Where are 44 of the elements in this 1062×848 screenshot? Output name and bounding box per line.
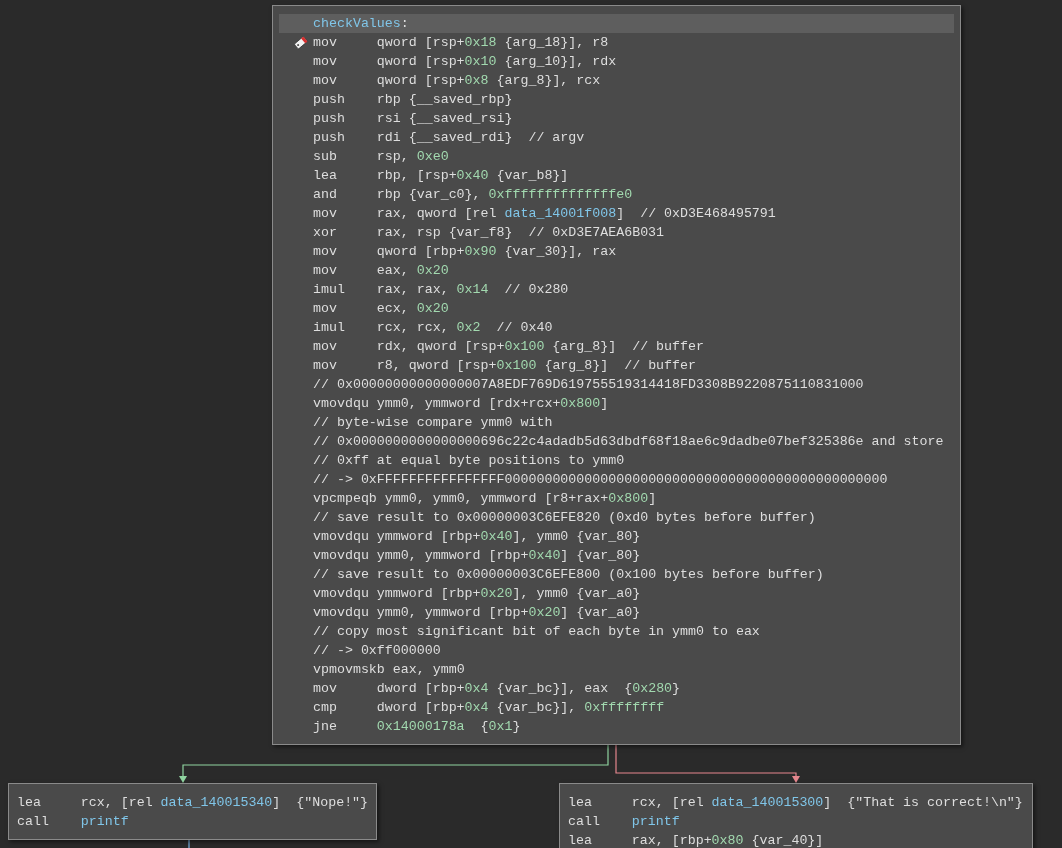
instruction-line: push rbp {__saved_rbp} — [313, 91, 513, 109]
instruction-line: lea rbp, [rsp+0x40 {var_b8}] — [313, 167, 569, 185]
instruction-line: lea rcx, [rel data_140015300] {"That is correct!\n"} — [568, 794, 1023, 812]
instruction-line: mov rax, qword [rel data_14001f008] // 0xD3E468495791 — [313, 205, 776, 223]
instruction-line: vmovdqu ymm0, ymmword [rdx+rcx+0x800] — [313, 395, 609, 413]
comment-line: // copy most significant bit of each byte in ymm0 to eax — [313, 623, 760, 641]
instruction-line: call printf — [17, 813, 129, 831]
instruction-line: vpmovmskb eax, ymm0 — [313, 661, 465, 679]
instruction-line: vmovdqu ymm0, ymmword [rbp+0x20] {var_a0} — [313, 604, 641, 622]
comment-line: // 0x0000000000000000696c22c4adadb5d63dbdf68f18ae6c9dadbe07bef325386e and store — [313, 433, 944, 451]
instruction-line: jne 0x14000178a {0x1} — [313, 718, 521, 736]
instruction-line: xor rax, rsp {var_f8} // 0xD3E7AEA6B031 — [313, 224, 665, 242]
comment-line: // -> 0xff000000 — [313, 642, 441, 660]
comment-line: // byte-wise compare ymm0 with — [313, 414, 553, 432]
instruction-line: and rbp {var_c0}, 0xffffffffffffffe0 — [313, 186, 633, 204]
instruction-line: mov qword [rsp+0x8 {arg_8}], rcx — [313, 72, 601, 90]
instruction-line: lea rcx, [rel data_140015340] {"Nope!"} — [17, 794, 369, 812]
instruction-line: imul rax, rax, 0x14 // 0x280 — [313, 281, 569, 299]
instruction-line: imul rcx, rcx, 0x2 // 0x40 — [313, 319, 553, 337]
instruction-line: mov ecx, 0x20 — [313, 300, 449, 318]
instruction-line: push rdi {__saved_rdi} // argv — [313, 129, 585, 147]
comment-line: // 0x00000000000000007A8EDF769D619755519314418FD3308B9220875110831000 — [313, 376, 864, 394]
instruction-line: mov qword [rbp+0x90 {var_30}], rax — [313, 243, 617, 261]
instruction-line: vpcmpeqb ymm0, ymm0, ymmword [r8+rax+0x800] — [313, 490, 657, 508]
instruction-line: mov eax, 0x20 — [313, 262, 449, 280]
edge-line — [188, 838, 190, 848]
instruction-line: vmovdqu ymmword [rbp+0x40], ymm0 {var_80} — [313, 528, 641, 546]
instruction-line: mov qword [rsp+0x10 {arg_10}], rdx — [313, 53, 617, 71]
comment-line: // save result to 0x00000003C6EFE820 (0xd0 bytes before buffer) — [313, 509, 816, 527]
comment-line: // save result to 0x00000003C6EFE800 (0x100 bytes before buffer) — [313, 566, 824, 584]
instruction-line: mov dword [rbp+0x4 {var_bc}], eax {0x280} — [313, 680, 681, 698]
comment-line: // -> 0xFFFFFFFFFFFFFFFF000000000000000000000000000000000000000000000000 — [313, 471, 888, 489]
comment-line: // 0xff at equal byte positions to ymm0 — [313, 452, 625, 470]
instruction-line: mov r8, qword [rsp+0x100 {arg_8}] // buffer — [313, 357, 697, 375]
instruction-line: call printf — [568, 813, 680, 831]
instruction-line: push rsi {__saved_rsi} — [313, 110, 513, 128]
instruction-line: vmovdqu ymmword [rbp+0x20], ymm0 {var_a0} — [313, 585, 641, 603]
instruction-line: vmovdqu ymm0, ymmword [rbp+0x40] {var_80} — [313, 547, 641, 565]
function-label: checkValues: — [313, 15, 409, 33]
instruction-line: mov qword [rsp+0x18 {arg_18}], r8 — [313, 34, 609, 52]
instruction-line: sub rsp, 0xe0 — [313, 148, 449, 166]
instruction-line: mov rdx, qword [rsp+0x100 {arg_8}] // buffer — [313, 338, 704, 356]
instruction-line: cmp dword [rbp+0x4 {var_bc}], 0xffffffff — [313, 699, 665, 717]
instruction-line: lea rax, [rbp+0x80 {var_40}] — [568, 832, 824, 848]
